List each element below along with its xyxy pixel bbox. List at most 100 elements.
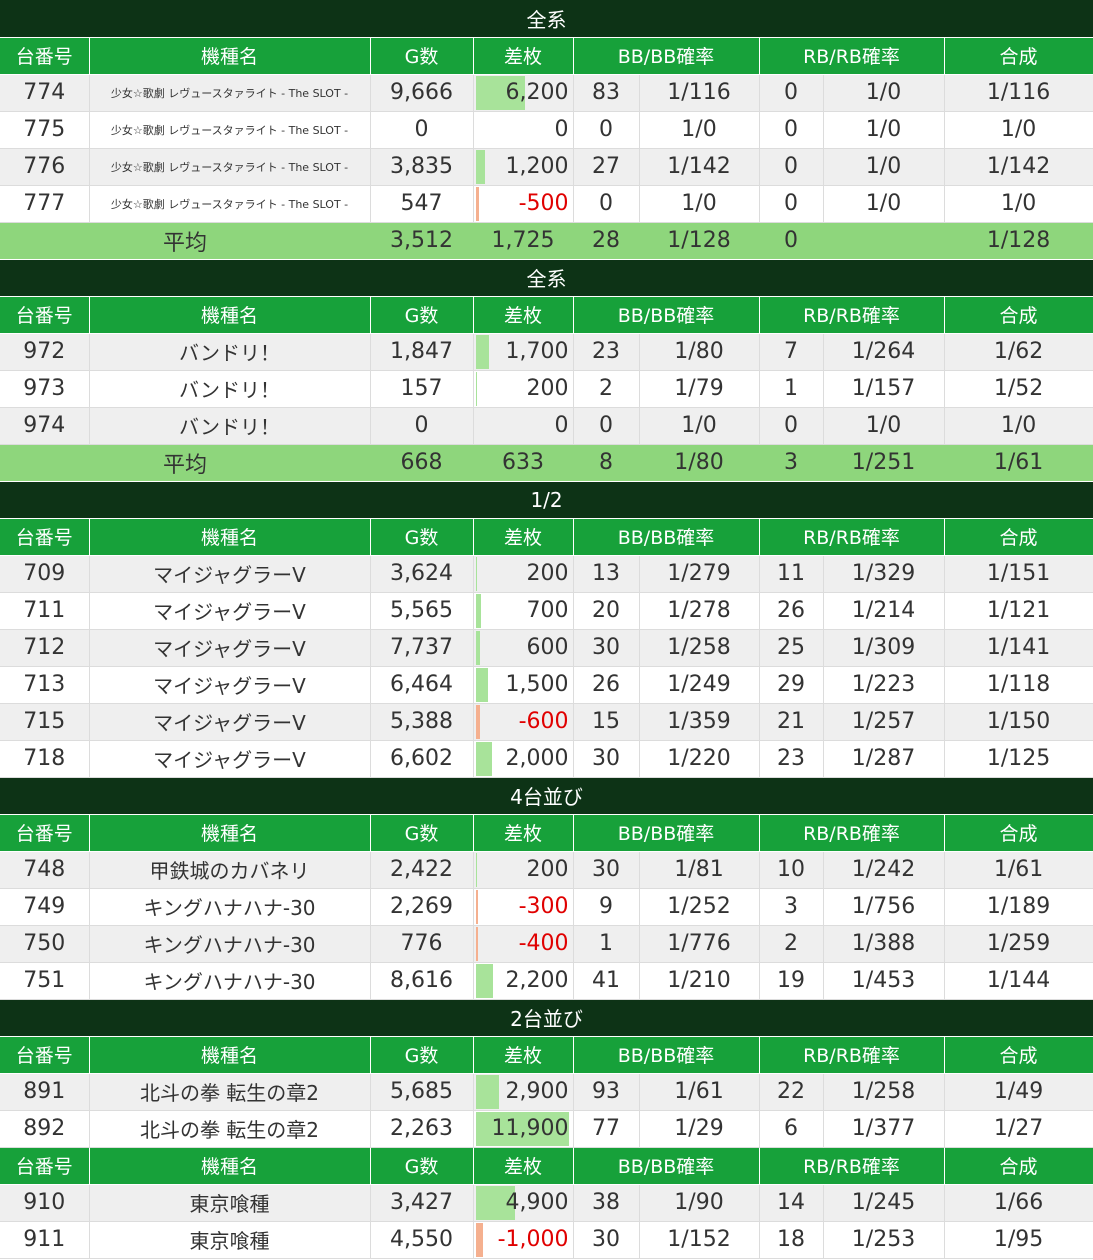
table-row[interactable]: 776 少女☆歌劇 レヴュースタァライト - The SLOT -3,835 1,2… — [0, 148, 1093, 186]
difference-value: -300 — [518, 894, 569, 919]
section-title-row: 2台並び — [0, 999, 1093, 1037]
table-row[interactable]: 751 キングハナハナ-30 8,616 2,200 41 1/210 19 1/453 1/1… — [0, 962, 1093, 1000]
table-row[interactable]: 774 少女☆歌劇 レヴュースタァライト - The SLOT -9,666 6,2… — [0, 74, 1093, 112]
machine-number: 712 — [0, 629, 90, 667]
rb-count: 0 — [759, 111, 824, 149]
machine-number: 910 — [0, 1184, 90, 1222]
table-row[interactable]: 713 マイジャグラーV 6,464 1,500 26 1/249 29 1/223 1/118 — [0, 666, 1093, 704]
machine-number: 718 — [0, 740, 90, 778]
header-difference: 差枚 — [473, 37, 574, 75]
bb-count: 1 — [573, 925, 640, 963]
bb-probability: 1/61 — [639, 1073, 760, 1111]
machine-number: 709 — [0, 555, 90, 593]
table-row[interactable]: 712 マイジャグラーV 7,737 600 30 1/258 25 1/309 1/141 — [0, 629, 1093, 667]
difference-cell: 11,900 — [472, 1110, 574, 1148]
combined-probability: 1/142 — [944, 148, 1093, 186]
header-machine-number: 台番号 — [0, 1036, 90, 1074]
difference-cell: 2,000 — [472, 740, 574, 778]
machine-number: 774 — [0, 74, 90, 112]
rb-count: 18 — [759, 1221, 824, 1259]
machine-name: バンドリ！ — [89, 333, 371, 371]
difference-cell: 2,900 — [472, 1073, 574, 1111]
bb-count: 30 — [573, 851, 640, 889]
rb-count: 11 — [759, 555, 824, 593]
table-row[interactable]: 891 北斗の拳 転生の章2 5,685 2,900 93 1/61 22 1/258 1/49 — [0, 1073, 1093, 1111]
difference-value: -500 — [518, 191, 569, 216]
table-row[interactable]: 750 キングハナハナ-30 776 -400 1 1/776 2 1/388 1/259 — [0, 925, 1093, 963]
difference-value: 1,200 — [505, 154, 569, 179]
section-title: 1/2 — [0, 481, 1093, 519]
table-row[interactable]: 972 バンドリ！ 1,847 1,700 23 1/80 7 1/264 1/62 — [0, 333, 1093, 371]
difference-bar — [475, 371, 478, 406]
section-title: 全系 — [0, 0, 1093, 38]
game-count: 5,388 — [370, 703, 474, 741]
header-difference: 差枚 — [473, 1147, 574, 1185]
difference-value: 600 — [526, 635, 569, 660]
header-difference: 差枚 — [473, 1036, 574, 1074]
rb-probability: 1/329 — [823, 555, 945, 593]
bb-count: 23 — [573, 333, 640, 371]
rb-probability: 1/253 — [823, 1221, 945, 1259]
average-combined: 1/61 — [944, 444, 1093, 482]
header-machine-name: 機種名 — [89, 1147, 371, 1185]
table-row[interactable]: 973 バンドリ！ 157 200 2 1/79 1 1/157 1/52 — [0, 370, 1093, 408]
machine-name: 少女☆歌劇 レヴュースタァライト - The SLOT - — [89, 111, 371, 149]
table-row[interactable]: 910 東京喰種 3,427 4,900 38 1/90 14 1/245 1/66 — [0, 1184, 1093, 1222]
difference-cell: 700 — [472, 592, 574, 630]
game-count: 2,422 — [370, 851, 474, 889]
rb-count: 0 — [759, 74, 824, 112]
table-row[interactable]: 749 キングハナハナ-30 2,269 -300 9 1/252 3 1/756 1/189 — [0, 888, 1093, 926]
table-row[interactable]: 709 マイジャグラーV 3,624 200 13 1/279 11 1/329 1/151 — [0, 555, 1093, 593]
machine-number: 974 — [0, 407, 90, 445]
average-rb-probability: 1/251 — [823, 444, 944, 482]
rb-count: 0 — [759, 185, 824, 223]
header-games: G数 — [370, 1147, 474, 1185]
bb-count: 15 — [573, 703, 640, 741]
difference-cell: 0 — [472, 111, 574, 149]
average-row: 平均 3,512 1,725 28 1/128 0 1/128 — [0, 222, 1093, 260]
difference-cell: 4,900 — [472, 1184, 574, 1222]
rb-probability: 1/377 — [823, 1110, 945, 1148]
bb-count: 30 — [573, 740, 640, 778]
game-count: 0 — [370, 111, 474, 149]
column-header-row: 台番号 機種名 G数 差枚 BB/BB確率 RB/RB確率 合成 — [0, 814, 1093, 852]
difference-value: 0 — [554, 413, 569, 438]
table-row[interactable]: 711 マイジャグラーV 5,565 700 20 1/278 26 1/214 1/121 — [0, 592, 1093, 630]
bb-probability: 1/249 — [639, 666, 760, 704]
difference-value: 4,900 — [505, 1190, 569, 1215]
table-row[interactable]: 974 バンドリ！ 0 0 0 1/0 0 1/0 1/0 — [0, 407, 1093, 445]
combined-probability: 1/151 — [944, 555, 1093, 593]
header-machine-number: 台番号 — [0, 37, 90, 75]
machine-name: キングハナハナ-30 — [89, 888, 371, 926]
table-row[interactable]: 748 甲鉄城のカバネリ 2,422 200 30 1/81 10 1/242 1/61 — [0, 851, 1093, 889]
difference-cell: 1,200 — [472, 148, 574, 186]
table-row[interactable]: 892 北斗の拳 転生の章2 2,263 11,900 77 1/29 6 1/377 1/27 — [0, 1110, 1093, 1148]
table-row[interactable]: 718 マイジャグラーV 6,602 2,000 30 1/220 23 1/287 1/125 — [0, 740, 1093, 778]
difference-value: -600 — [518, 709, 569, 734]
game-count: 1,847 — [370, 333, 474, 371]
rb-probability: 1/309 — [823, 629, 945, 667]
machine-name: マイジャグラーV — [89, 592, 371, 630]
difference-bar — [475, 667, 488, 702]
difference-bar — [475, 149, 486, 184]
machine-number: 911 — [0, 1221, 90, 1259]
table-row[interactable]: 911 東京喰種 4,550 -1,000 30 1/152 18 1/253 1/95 — [0, 1221, 1093, 1259]
rb-probability: 1/756 — [823, 888, 945, 926]
header-difference: 差枚 — [473, 814, 574, 852]
table-row[interactable]: 775 少女☆歌劇 レヴュースタァライト - The SLOT -0 0 0 1/0 0 1… — [0, 111, 1093, 149]
difference-bar — [475, 741, 492, 776]
game-count: 3,835 — [370, 148, 474, 186]
machine-name: 少女☆歌劇 レヴュースタァライト - The SLOT - — [89, 185, 371, 223]
bb-count: 20 — [573, 592, 640, 630]
table-row[interactable]: 715 マイジャグラーV 5,388 -600 15 1/359 21 1/257 1/150 — [0, 703, 1093, 741]
average-rb-count: 0 — [759, 222, 823, 260]
rb-count: 23 — [759, 740, 824, 778]
header-machine-name: 機種名 — [89, 1036, 371, 1074]
average-bb-count: 8 — [573, 444, 639, 482]
header-games: G数 — [370, 1036, 474, 1074]
difference-value: 700 — [526, 598, 569, 623]
header-machine-name: 機種名 — [89, 814, 371, 852]
bb-probability: 1/80 — [639, 333, 760, 371]
rb-probability: 1/258 — [823, 1073, 945, 1111]
table-row[interactable]: 777 少女☆歌劇 レヴュースタァライト - The SLOT -547 -500 0… — [0, 185, 1093, 223]
